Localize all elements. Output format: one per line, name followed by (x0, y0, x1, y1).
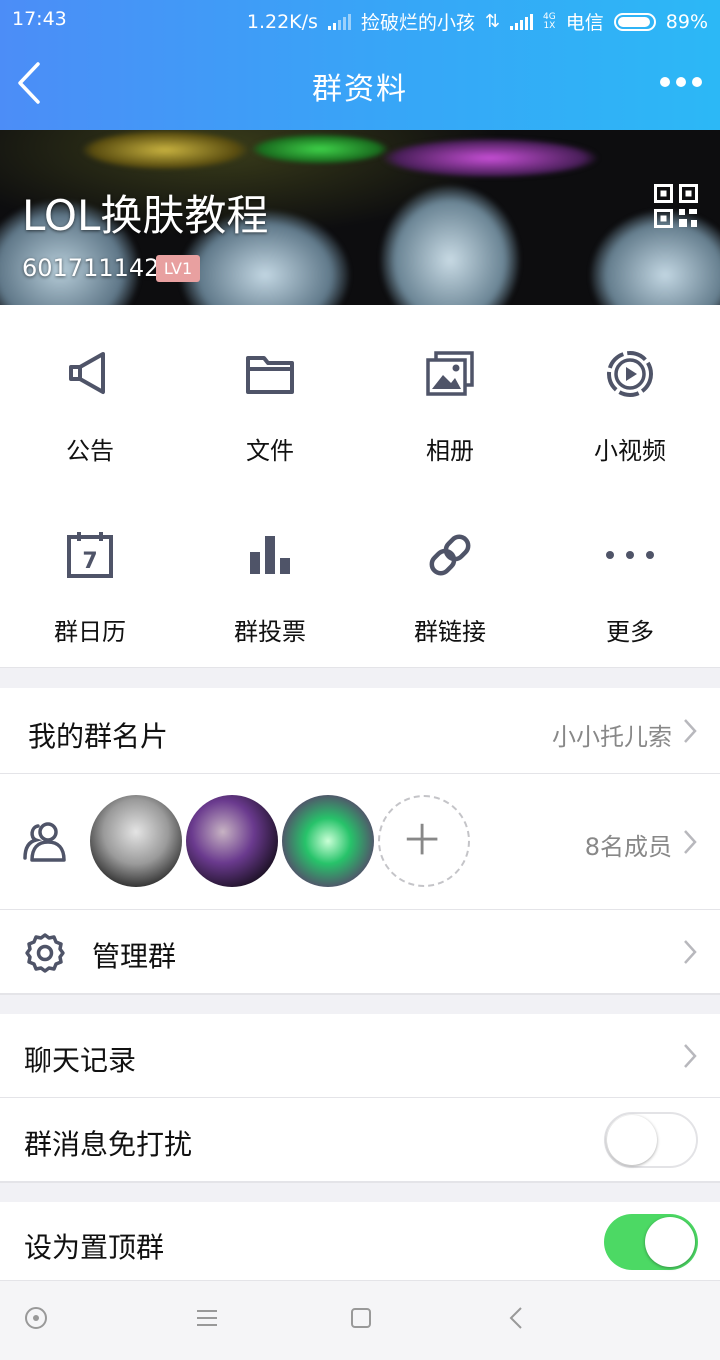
home-icon[interactable] (346, 1303, 376, 1333)
toggle-knob (645, 1217, 695, 1267)
feature-album[interactable]: 相册 (360, 305, 540, 486)
mute-toggle[interactable] (604, 1112, 698, 1168)
wifi-signal-icon (327, 13, 351, 30)
status-bar: 17:43 1.22K/s 捡破烂的小孩 ⇅ 4G 1X 电信 89% (0, 0, 720, 38)
feature-label: 文件 (246, 437, 294, 465)
feature-files[interactable]: 文件 (180, 305, 360, 486)
level-badge: LV1 (156, 255, 200, 282)
group-id: 601711142 (22, 254, 160, 282)
gear-icon (25, 933, 65, 973)
feature-label: 小视频 (594, 437, 666, 465)
add-member-button[interactable] (378, 795, 470, 887)
group-card-value: 小小托儿索 (552, 723, 672, 751)
members-row[interactable]: 8名成员 (0, 774, 720, 910)
group-header: LOL换肤教程 601711142 LV1 (0, 130, 720, 305)
vote-icon (250, 536, 290, 574)
member-avatar[interactable] (282, 795, 374, 887)
pin-toggle[interactable] (604, 1214, 698, 1270)
qr-code-icon[interactable] (654, 184, 698, 228)
feature-label: 相册 (426, 437, 474, 465)
manage-group-row[interactable]: 管理群 (0, 910, 720, 994)
feature-calendar[interactable]: 7 群日历 (0, 486, 180, 667)
chat-history-row[interactable]: 聊天记录 (0, 1014, 720, 1098)
section-divider (0, 1182, 720, 1202)
banner-art (80, 130, 250, 170)
feature-label: 更多 (606, 618, 654, 646)
feature-link[interactable]: 群链接 (360, 486, 540, 667)
menu-icon[interactable] (192, 1303, 222, 1333)
row-title: 群消息免打扰 (24, 1128, 193, 1161)
row-title: 管理群 (92, 940, 177, 973)
row-title: 我的群名片 (28, 720, 169, 753)
notification-text: 捡破烂的小孩 (360, 12, 475, 34)
svg-text:7: 7 (82, 549, 97, 574)
row-title: 聊天记录 (24, 1044, 137, 1077)
network-type: 4G 1X (543, 11, 556, 31)
carrier-name: 电信 (565, 12, 604, 34)
chevron-right-icon (684, 1044, 697, 1068)
back-icon[interactable] (502, 1303, 532, 1333)
group-name: LOL换肤教程 (22, 191, 269, 240)
more-icon (606, 551, 654, 559)
chevron-right-icon (684, 830, 697, 854)
battery-level: 89% (665, 10, 708, 33)
feature-grid: 公告 文件 相册 小视频 7 群日历 群投票 群链接 更多 (0, 305, 720, 667)
pin-row: 设为置顶群 (0, 1202, 720, 1281)
members-icon (23, 822, 66, 862)
row-title: 设为置顶群 (24, 1231, 165, 1264)
section-divider (0, 667, 720, 688)
video-icon (607, 351, 653, 397)
calendar-icon: 7 (67, 532, 113, 578)
data-transfer-icon: ⇅ (484, 11, 501, 32)
plus-icon (406, 823, 438, 855)
feature-label: 群投票 (234, 618, 306, 646)
status-time: 17:43 (12, 8, 67, 30)
chevron-right-icon (684, 719, 697, 743)
battery-icon (613, 12, 656, 31)
system-nav-bar (0, 1281, 720, 1360)
section-divider (0, 994, 720, 1014)
feature-announcement[interactable]: 公告 (0, 305, 180, 486)
more-dots-icon[interactable] (660, 72, 704, 92)
assistant-icon[interactable] (21, 1303, 51, 1333)
feature-label: 公告 (66, 437, 114, 465)
feature-label: 群日历 (54, 618, 126, 646)
album-icon (426, 351, 474, 396)
folder-icon (246, 356, 294, 394)
member-avatar[interactable] (186, 795, 278, 887)
my-group-card-row[interactable]: 我的群名片 小小托儿索 (0, 688, 720, 774)
toggle-knob (607, 1115, 657, 1165)
feature-vote[interactable]: 群投票 (180, 486, 360, 667)
status-right: 1.22K/s 捡破烂的小孩 ⇅ 4G 1X 电信 89% (247, 8, 708, 35)
member-count: 8名成员 (584, 833, 672, 861)
link-icon (429, 534, 471, 576)
feature-label: 群链接 (414, 618, 486, 646)
cell-signal-icon (510, 13, 534, 30)
net-speed: 1.22K/s (246, 10, 318, 33)
mute-row: 群消息免打扰 (0, 1098, 720, 1182)
member-avatar[interactable] (90, 795, 182, 887)
chevron-right-icon (684, 940, 697, 964)
page-title: 群资料 (312, 72, 408, 107)
feature-short-video[interactable]: 小视频 (540, 305, 720, 486)
megaphone-icon (69, 352, 105, 394)
feature-more[interactable]: 更多 (540, 486, 720, 667)
top-bar: 17:43 1.22K/s 捡破烂的小孩 ⇅ 4G 1X 电信 89% 群资料 (0, 0, 720, 130)
